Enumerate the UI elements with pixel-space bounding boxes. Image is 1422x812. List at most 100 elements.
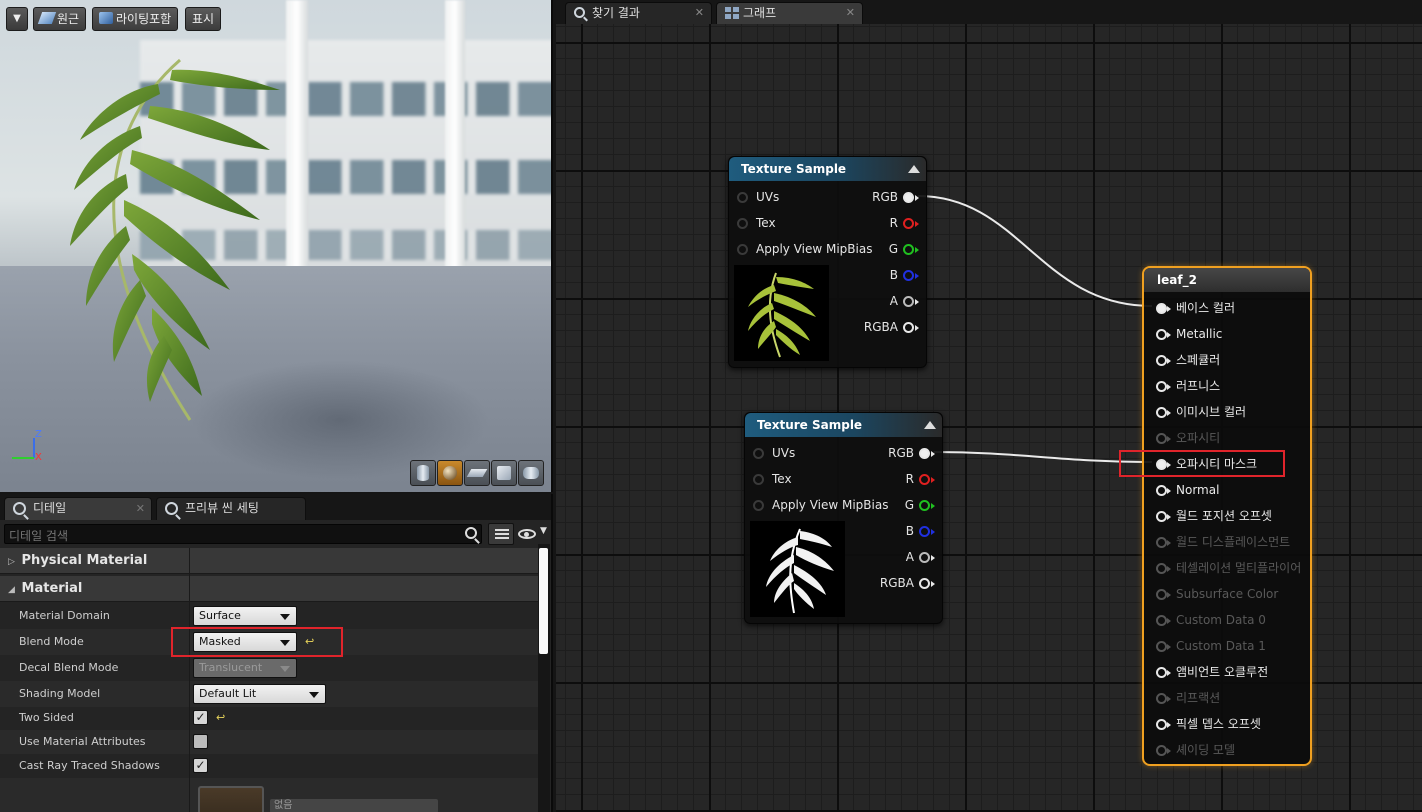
blend-mode-highlight-box: [171, 627, 343, 657]
pin-arrow-icon: [1167, 540, 1171, 546]
prop-cast-ray-traced-shadows: Cast Ray Traced Shadows ✓: [0, 754, 540, 778]
tab-find-results[interactable]: 찾기 결과 ✕: [565, 2, 712, 24]
material-input-pin-label: 픽셀 뎁스 오프셋: [1176, 717, 1261, 731]
output-pin-a[interactable]: A: [872, 547, 935, 567]
shading-model-dropdown[interactable]: Default Lit: [193, 684, 326, 704]
dropdown-arrow-icon: [280, 614, 290, 620]
details-search-input[interactable]: [5, 527, 445, 545]
input-pin-icon: [1156, 485, 1167, 496]
input-pin-icon: [1156, 589, 1167, 600]
pin-arrow-icon: [1167, 670, 1171, 676]
output-pin-rgba[interactable]: RGBA: [872, 573, 935, 593]
pin-arrow-icon: [1167, 644, 1171, 650]
output-pin-icon: [919, 500, 930, 511]
input-pin-icon: [1156, 329, 1167, 340]
close-icon[interactable]: ✕: [136, 498, 145, 519]
output-pin-icon: [919, 552, 930, 563]
output-pin-rgb[interactable]: RGB: [856, 187, 919, 207]
output-pin-r[interactable]: R: [856, 213, 919, 233]
input-pin-icon: [1156, 511, 1167, 522]
input-pin-icon: [753, 448, 764, 459]
tab-details[interactable]: 디테일 ✕: [4, 497, 152, 520]
node-title[interactable]: Texture Sample: [729, 157, 926, 181]
viewport-options-menu-button[interactable]: ▼: [6, 7, 28, 31]
output-pin-b[interactable]: B: [856, 265, 919, 285]
material-input-pin-label: 스페큘러: [1176, 353, 1221, 367]
tab-graph[interactable]: 그래프 ✕: [716, 2, 863, 24]
output-pin-b[interactable]: B: [872, 521, 935, 541]
cube-preview-button[interactable]: [491, 460, 517, 486]
material-input-pin-label: Custom Data 0: [1176, 613, 1266, 627]
sphere-icon: [443, 466, 457, 480]
pin-arrow-icon: [1167, 332, 1171, 338]
input-pin-icon: [1156, 667, 1167, 678]
prop-material-domain: Material Domain Surface: [0, 603, 540, 629]
view-options-button[interactable]: ▼: [518, 526, 548, 542]
input-pin-icon: [1156, 407, 1167, 418]
sphere-preview-button[interactable]: [437, 460, 463, 486]
lit-mode-button[interactable]: 라이팅포함: [92, 7, 179, 31]
plane-icon: [466, 469, 488, 477]
search-icon[interactable]: [465, 527, 477, 539]
output-pin-a[interactable]: A: [856, 291, 919, 311]
preview-viewport[interactable]: ▼ 원근 라이팅포함 표시 Z X: [0, 0, 553, 492]
show-button[interactable]: 표시: [185, 7, 222, 31]
output-pin-r[interactable]: R: [872, 469, 935, 489]
input-pin-icon: [1156, 303, 1167, 314]
cast-ray-traced-shadows-checkbox[interactable]: ✓: [193, 758, 208, 773]
output-pin-g[interactable]: G: [856, 239, 919, 259]
input-pin-icon: [1156, 355, 1167, 366]
pin-arrow-icon: [1167, 592, 1171, 598]
two-sided-checkbox[interactable]: ✓: [193, 710, 208, 725]
texture-sample-node-1[interactable]: Texture Sample UVs Tex Apply View MipBia…: [728, 156, 927, 368]
output-pin-icon: [919, 474, 930, 485]
pin-arrow-icon: [1167, 410, 1171, 416]
output-pin-rgb[interactable]: RGB: [872, 443, 935, 463]
scrollbar-thumb[interactable]: [539, 548, 548, 654]
texture-thumbnail[interactable]: [198, 786, 264, 812]
material-result-node[interactable]: leaf_2 베이스 컬러 Metallic 스페큘러 러프니스 이미시브 컬러 오파시티…: [1142, 266, 1312, 766]
category-physical-material[interactable]: ▷ Physical Material: [0, 548, 540, 574]
collapse-arrow-icon[interactable]: [908, 165, 920, 173]
output-pin-icon: [919, 526, 930, 537]
output-pin-g[interactable]: G: [872, 495, 935, 515]
pin-arrow-icon: [1167, 566, 1171, 572]
material-input-pin-label: 테셀레이션 멀티플라이어: [1176, 561, 1302, 575]
texture-sample-node-2[interactable]: Texture Sample UVs Tex Apply View MipBia…: [744, 412, 943, 624]
collapse-arrow-icon[interactable]: [924, 421, 936, 429]
close-icon[interactable]: ✕: [695, 3, 704, 23]
graph-icon: [725, 7, 739, 19]
material-node-title[interactable]: leaf_2: [1144, 268, 1310, 292]
use-material-attributes-checkbox[interactable]: [193, 734, 208, 749]
input-pin-icon: [1156, 433, 1167, 444]
prop-two-sided: Two Sided ✓ ↩: [0, 706, 540, 730]
input-pin-icon: [1156, 537, 1167, 548]
chevron-down-icon: ▼: [540, 526, 547, 536]
column-splitter[interactable]: [189, 548, 190, 812]
cylinder-preview-button[interactable]: [410, 460, 436, 486]
texture-preview-color: [734, 265, 829, 361]
property-matrix-button[interactable]: [488, 523, 514, 545]
tab-preview-scene-settings[interactable]: 프리뷰 씬 세팅: [156, 497, 306, 520]
perspective-button[interactable]: 원근: [33, 7, 87, 31]
material-input-pin-label: 리프랙션: [1176, 691, 1221, 705]
material-input-pin-label: 러프니스: [1176, 379, 1221, 393]
axis-gizmo: Z X: [10, 429, 50, 466]
expand-arrow-icon: ▷: [8, 557, 15, 567]
details-tabbar: 디테일 ✕ 프리뷰 씬 세팅: [0, 494, 551, 520]
category-material[interactable]: ◢ Material: [0, 576, 540, 602]
plane-preview-button[interactable]: [464, 460, 490, 486]
texture-asset-dropdown[interactable]: 없음: [270, 799, 438, 812]
material-input-pin-label: Metallic: [1176, 327, 1223, 341]
node-title[interactable]: Texture Sample: [745, 413, 942, 437]
palm-leaf-preview: [70, 58, 280, 421]
mesh-preview-button[interactable]: [518, 460, 544, 486]
close-icon[interactable]: ✕: [846, 3, 855, 23]
leaf-color-texture-icon: [748, 272, 816, 358]
output-pin-rgba[interactable]: RGBA: [856, 317, 919, 337]
details-search[interactable]: [4, 524, 482, 545]
reset-to-default-icon[interactable]: ↩: [216, 706, 225, 730]
details-scrollbar[interactable]: [538, 544, 550, 812]
material-domain-dropdown[interactable]: Surface: [193, 606, 297, 626]
pin-arrow-icon: [1167, 722, 1171, 728]
